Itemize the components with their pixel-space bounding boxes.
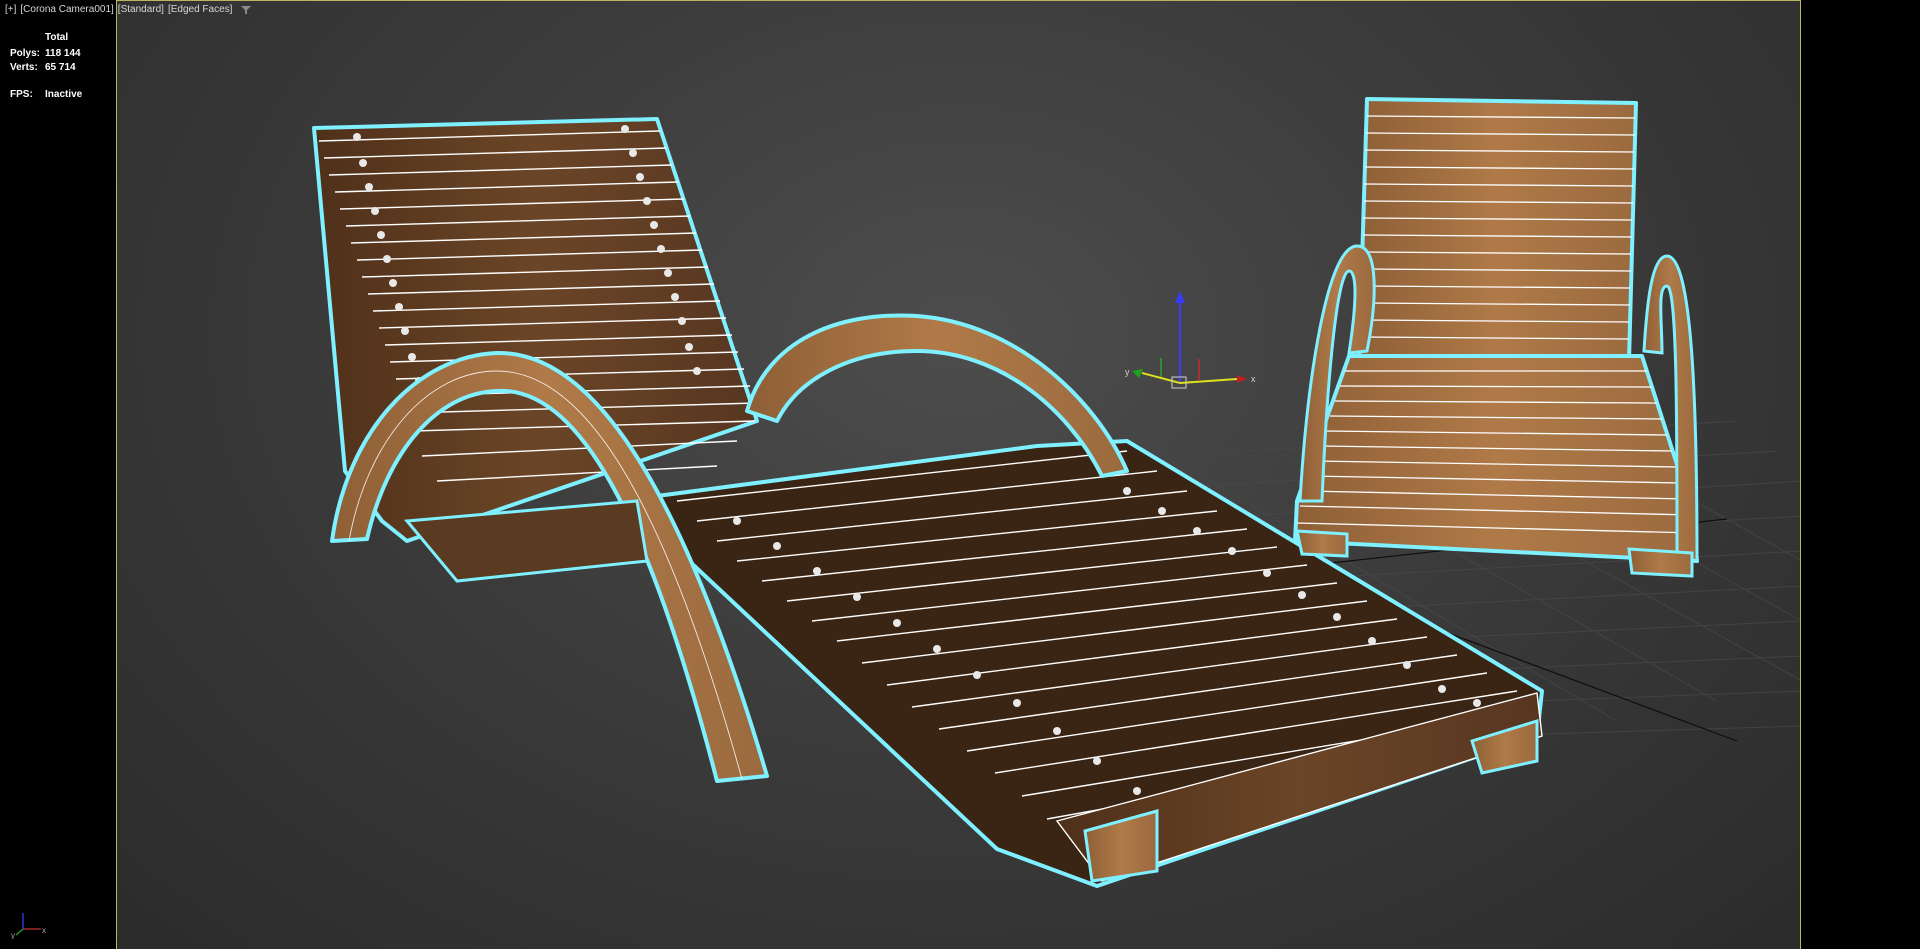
svg-text:x: x	[42, 926, 46, 935]
svg-text:y: y	[11, 931, 15, 939]
stats-polys-value: 118 144	[45, 47, 81, 59]
xyz-axis-icon: y x	[11, 913, 46, 939]
second-lounger[interactable]	[1293, 97, 1699, 578]
stats-fps-row: FPS: Inactive	[10, 87, 82, 101]
second-leg-right	[1627, 547, 1694, 578]
perspective-viewport[interactable]: x y	[116, 0, 1801, 949]
stats-verts-value: 65 714	[45, 61, 76, 73]
viewport-label-menu[interactable]: [+] [Corona Camera001] [Standard] [Edged…	[4, 4, 252, 15]
scene-canvas[interactable]: x y	[117, 1, 1801, 949]
gizmo-y-label: y	[1125, 367, 1130, 377]
viewport-general-menu[interactable]: [+]	[4, 4, 17, 15]
stats-verts-row: Verts: 65 714	[10, 60, 82, 74]
stats-polys-row: Polys: 118 144	[10, 46, 82, 60]
viewport-statistics: Total Polys: 118 144 Verts: 65 714 FPS: …	[10, 32, 82, 101]
stats-polys-label: Polys:	[10, 47, 41, 59]
viewport-camera-menu[interactable]: [Corona Camera001]	[19, 4, 114, 15]
stats-verts-label: Verts:	[10, 61, 38, 73]
funnel-icon[interactable]	[241, 5, 252, 15]
move-gizmo-icon[interactable]: x y	[1125, 291, 1256, 389]
viewport-display-mode-menu[interactable]: [Edged Faces]	[167, 4, 233, 15]
viewport-shading-menu[interactable]: [Standard]	[117, 4, 165, 15]
3d-app: [+] [Corona Camera001] [Standard] [Edged…	[0, 0, 1920, 949]
stats-fps-label: FPS:	[10, 88, 33, 100]
gizmo-x-label: x	[1251, 374, 1256, 384]
second-leg-left	[1295, 529, 1349, 558]
stats-total-header: Total	[45, 32, 69, 43]
stats-fps-value: Inactive	[45, 88, 83, 100]
